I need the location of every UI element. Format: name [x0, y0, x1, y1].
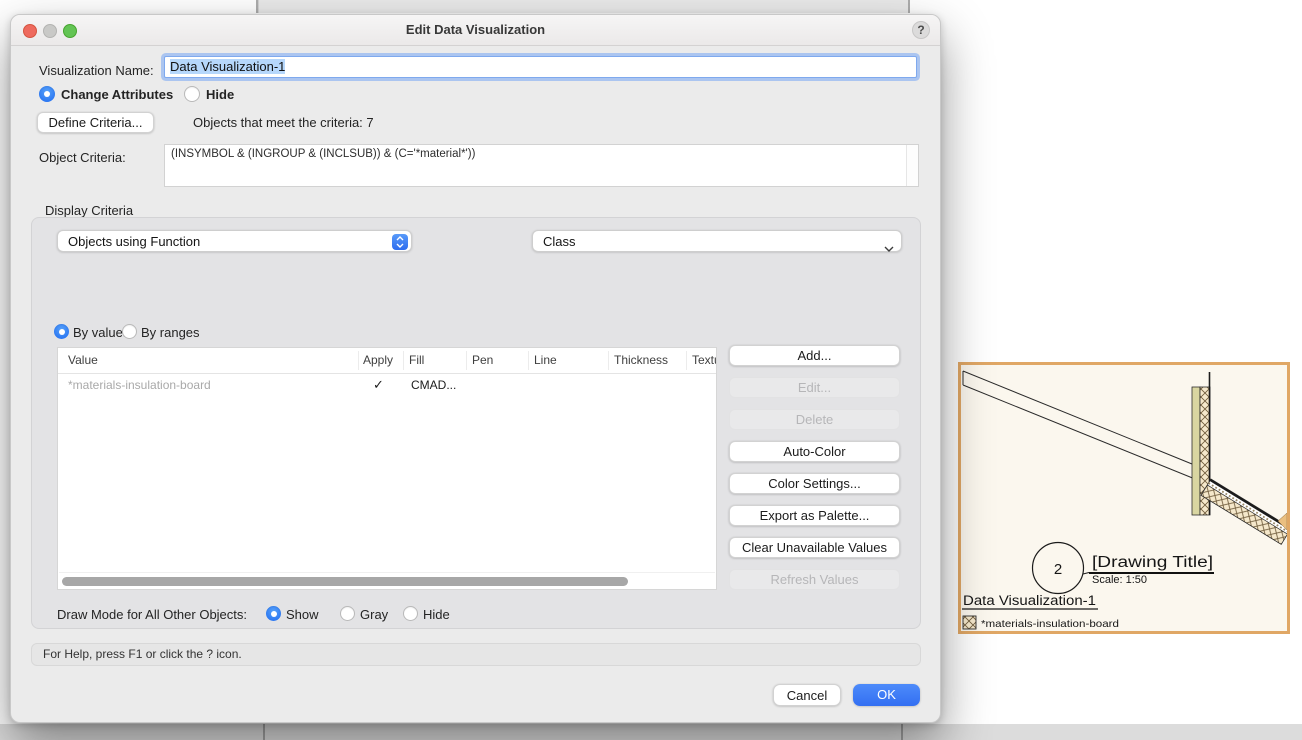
col-fill[interactable]: Fill — [409, 353, 424, 367]
display-criteria-group: Objects using Function Class By values B… — [31, 217, 921, 629]
object-criteria-field[interactable]: (INSYMBOL & (INGROUP & (INCLSUB)) & (C='… — [164, 144, 919, 187]
draw-mode-show-radio[interactable] — [266, 606, 281, 621]
draw-mode-gray-label: Gray — [360, 607, 388, 622]
drawing-viewport-preview[interactable]: 2 [Drawing Title] Scale: 1:50 Data Visua… — [958, 362, 1290, 634]
col-thickness[interactable]: Thickness — [614, 353, 668, 367]
col-line[interactable]: Line — [534, 353, 557, 367]
selected-text: Data Visualization-1 — [170, 59, 285, 74]
change-attributes-radio[interactable] — [39, 86, 55, 102]
function-dropdown-value: Objects using Function — [68, 234, 200, 249]
help-button[interactable]: ? — [912, 21, 930, 39]
dialog-title: Edit Data Visualization — [11, 22, 940, 37]
criteria-count-text: Objects that meet the criteria: 7 — [193, 115, 374, 130]
visualization-name-input[interactable]: Data Visualization-1 — [164, 56, 917, 78]
question-icon: ? — [917, 23, 924, 37]
visualization-label: Data Visualization-1 — [963, 593, 1096, 608]
auto-color-button[interactable]: Auto-Color — [729, 441, 900, 462]
cancel-button[interactable]: Cancel — [773, 684, 841, 706]
delete-button: Delete — [729, 409, 900, 430]
draw-mode-hide-radio[interactable] — [403, 606, 418, 621]
attribute-dropdown[interactable]: Class — [532, 230, 902, 252]
by-values-label: By values — [73, 325, 129, 340]
col-texture[interactable]: Textu — [692, 353, 717, 367]
clear-unavailable-values-button[interactable]: Clear Unavailable Values — [729, 537, 900, 558]
help-text: For Help, press F1 or click the ? icon. — [43, 647, 242, 661]
row-fill: CMAD... — [411, 378, 456, 392]
refresh-values-button: Refresh Values — [729, 569, 900, 590]
col-apply[interactable]: Apply — [363, 353, 393, 367]
edit-button: Edit... — [729, 377, 900, 398]
dialog-titlebar[interactable]: Edit Data Visualization ? — [11, 15, 940, 46]
scrollbar-gutter[interactable] — [906, 145, 918, 186]
by-values-radio[interactable] — [54, 324, 69, 339]
edit-data-visualization-dialog: Edit Data Visualization ? Visualization … — [10, 14, 941, 723]
export-as-palette-button[interactable]: Export as Palette... — [729, 505, 900, 526]
visualization-name-label: Visualization Name: — [39, 63, 154, 78]
table-header[interactable]: Value Apply Fill Pen Line Thickness Text… — [58, 348, 716, 374]
page-boundary-line — [901, 724, 903, 740]
by-ranges-radio[interactable] — [122, 324, 137, 339]
define-criteria-button[interactable]: Define Criteria... — [37, 112, 154, 133]
horizontal-scrollbar[interactable] — [59, 572, 715, 590]
beam-lines — [963, 371, 1195, 479]
check-icon[interactable]: ✓ — [373, 377, 384, 393]
function-dropdown[interactable]: Objects using Function — [57, 230, 412, 252]
attribute-dropdown-value: Class — [543, 234, 576, 249]
popup-stepper-icon — [392, 234, 408, 250]
section-drawing: 2 [Drawing Title] Scale: 1:50 Data Visua… — [961, 365, 1287, 631]
drawing-number: 2 — [1054, 561, 1062, 578]
table-row[interactable]: *materials-insulation-board ✓ CMAD... — [58, 374, 716, 396]
object-criteria-value: (INSYMBOL & (INGROUP & (INCLSUB)) & (C='… — [171, 148, 475, 160]
draw-mode-show-label: Show — [286, 607, 319, 622]
add-button[interactable]: Add... — [729, 345, 900, 366]
col-value[interactable]: Value — [68, 353, 98, 367]
by-ranges-label: By ranges — [141, 325, 200, 340]
callout-connector — [1083, 573, 1089, 575]
document-page-edge-top — [256, 0, 910, 13]
col-pen[interactable]: Pen — [472, 353, 493, 367]
help-bar: For Help, press F1 or click the ? icon. — [31, 643, 921, 666]
color-settings-button[interactable]: Color Settings... — [729, 473, 900, 494]
row-value: *materials-insulation-board — [68, 378, 211, 392]
draw-mode-gray-radio[interactable] — [340, 606, 355, 621]
page-boundary-line — [263, 724, 265, 740]
hide-mode-label: Hide — [206, 87, 234, 102]
draw-mode-hide-label: Hide — [423, 607, 450, 622]
scrollbar-thumb[interactable] — [62, 577, 628, 586]
document-page-edge-bottom — [0, 724, 1302, 740]
display-criteria-label: Display Criteria — [45, 203, 133, 218]
draw-mode-label: Draw Mode for All Other Objects: — [57, 607, 247, 622]
object-criteria-label: Object Criteria: — [39, 150, 126, 165]
legend-swatch-icon — [963, 616, 976, 629]
change-attributes-label: Change Attributes — [61, 87, 173, 102]
hide-mode-radio[interactable] — [184, 86, 200, 102]
legend-label: *materials-insulation-board — [981, 618, 1119, 630]
chevron-down-icon — [884, 238, 894, 259]
drawing-scale: Scale: 1:50 — [1092, 574, 1147, 586]
values-table[interactable]: Value Apply Fill Pen Line Thickness Text… — [57, 347, 717, 590]
ok-button[interactable]: OK — [853, 684, 920, 706]
drawing-title: [Drawing Title] — [1092, 554, 1213, 571]
wall-layer — [1192, 387, 1200, 515]
insulation-hatch-diagonal — [1201, 479, 1287, 544]
